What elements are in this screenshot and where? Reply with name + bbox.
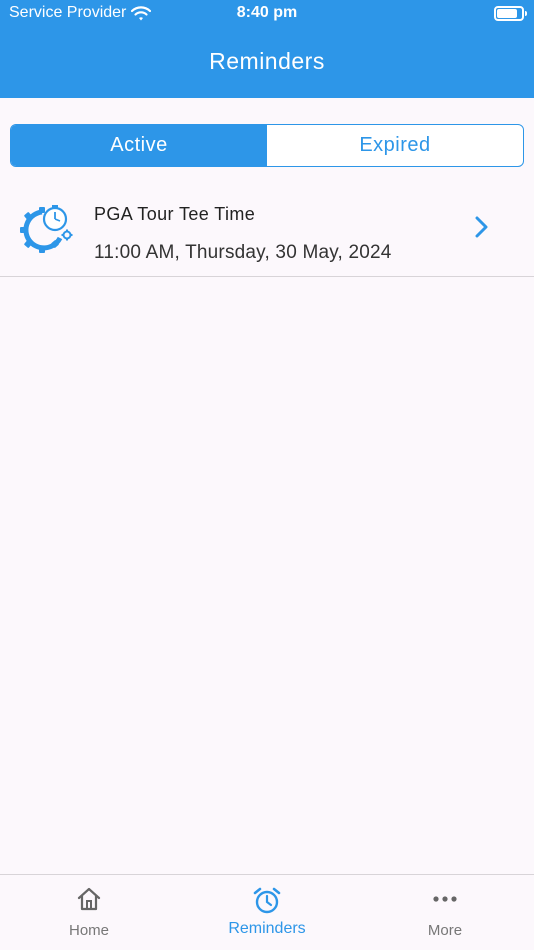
segment-expired[interactable]: Expired [267,125,523,166]
reminder-title: PGA Tour Tee Time [94,204,256,224]
chevron-right-icon[interactable] [474,216,490,238]
tab-label-home: Home [68,922,109,939]
home-icon [77,887,101,911]
battery-level [497,9,517,18]
reminder-row[interactable]: PGA Tour Tee Time 11:00 AM, Thursday, 30… [0,186,534,277]
reminder-datetime: 11:00 AM, Thursday, 30 May, 2024 [94,242,392,263]
tab-bar: Home Reminders More [0,874,534,950]
tab-more[interactable]: More [356,875,534,950]
tab-label-more: More [427,922,463,939]
battery-icon [494,6,527,21]
tab-home[interactable]: Home [0,875,178,950]
page-title: Reminders [209,48,325,74]
tab-label-reminders: Reminders [228,920,306,937]
status-time: 8:40 pm [236,4,298,21]
segment-active[interactable]: Active [11,125,267,166]
app-header: Service Provider 8:40 pm Reminders [0,0,534,98]
more-dots-icon [433,896,457,902]
tab-reminders[interactable]: Reminders [178,875,356,950]
segmented-control: Active Expired [10,124,524,167]
gear-timer-icon [20,205,73,253]
alarm-clock-icon [253,887,281,914]
